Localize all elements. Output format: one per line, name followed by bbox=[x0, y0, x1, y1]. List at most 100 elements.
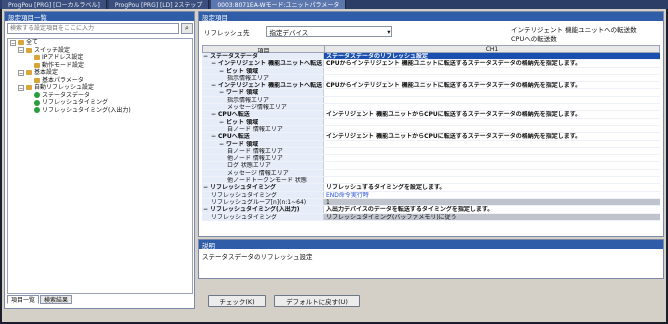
tree-item-label: 自動リフレッシュ設定 bbox=[34, 84, 95, 91]
cpu-transfer-count-label: CPUへの転送数 bbox=[511, 35, 557, 43]
grid-row[interactable]: 自ノード 情報エリア bbox=[202, 147, 660, 156]
grid-item-cell: 指示情報エリア bbox=[202, 74, 324, 82]
setting-item-icon bbox=[34, 92, 40, 99]
tree-item[interactable]: 基本パラメータ bbox=[8, 77, 192, 85]
search-row: ⌕ bbox=[7, 23, 193, 34]
tree-item[interactable]: リフレッシュタイミング bbox=[8, 99, 192, 107]
grid-row[interactable]: − ビット 領域 bbox=[202, 67, 660, 75]
tree-item[interactable]: リフレッシュタイミング(入出力) bbox=[8, 107, 192, 115]
tab-local-labels[interactable]: ProgPou [PRG] [ローカルラベル] bbox=[2, 0, 107, 9]
column-header-item: 項目 bbox=[203, 46, 325, 55]
tab-item-list[interactable]: 項目一覧 bbox=[7, 295, 40, 304]
grid-row[interactable]: − ワード 領域 bbox=[202, 140, 660, 148]
grid-item-label: 自ノード 情報エリア bbox=[227, 125, 283, 133]
grid-item-cell: リフレッシュグループ[n](n:1~64) bbox=[202, 198, 324, 206]
grid-value-cell bbox=[324, 104, 660, 110]
grid-value-cell bbox=[324, 89, 660, 95]
collapse-toggle-icon[interactable]: − bbox=[219, 68, 224, 74]
grid-item-cell: − リフレッシュタイミング bbox=[202, 184, 324, 191]
settings-tree: − 全て − スイッチ設定 IPアドレス設定 動作モード設定 − 基本設定 基本パラメータ − 自動… bbox=[7, 38, 193, 294]
description-text: ステータスデータのリフレッシュ設定 bbox=[202, 253, 313, 261]
tree-item[interactable]: − スイッチ設定 bbox=[8, 46, 192, 54]
grid-item-label: ログ 状態エリア bbox=[227, 162, 271, 169]
collapse-toggle-icon[interactable]: − bbox=[211, 111, 216, 117]
grid-item-label: リフレッシュタイミング(入出力) bbox=[210, 206, 300, 213]
tree-item[interactable]: IPアドレス設定 bbox=[8, 54, 192, 62]
grid-item-label: 指示情報エリア bbox=[227, 74, 270, 82]
grid-row[interactable]: リフレッシュグループ[n](n:1~64) 1 bbox=[202, 198, 660, 207]
grid-item-cell: − ワード 領域 bbox=[202, 89, 324, 96]
grid-value-cell: ステータスデータのリフレッシュ設定 bbox=[324, 53, 660, 60]
tab-search-results[interactable]: 検索結果 bbox=[40, 295, 73, 304]
grid-row[interactable]: − CPUへ転送 インテリジェント 機能ユニットからCPUに転送するステータスデータ… bbox=[202, 133, 660, 141]
grid-row[interactable]: − ワード 領域 bbox=[202, 89, 660, 97]
setting-item-icon bbox=[34, 107, 40, 114]
collapse-toggle-icon[interactable]: − bbox=[219, 119, 224, 125]
tree-item[interactable]: ステータスデータ bbox=[8, 92, 192, 100]
collapse-toggle-icon[interactable]: − bbox=[18, 84, 24, 92]
tree-item[interactable]: 動作モード設定 bbox=[8, 62, 192, 70]
tab-ld-program[interactable]: ProgPou [PRG] [LD] 2ステップ bbox=[108, 0, 210, 9]
grid-item-label: 指示情報エリア bbox=[227, 96, 270, 104]
grid-row[interactable]: − ビット 領域 bbox=[202, 118, 660, 126]
grid-item-cell: ログ 状態エリア bbox=[202, 162, 324, 169]
grid-row[interactable]: − リフレッシュタイミング(入出力) 入出力デバイスのデータを転送するタイミングを指… bbox=[202, 206, 660, 214]
grid-row[interactable]: 指示情報エリア bbox=[202, 96, 660, 105]
grid-row[interactable]: − ステータスデータ ステータスデータのリフレッシュ設定 bbox=[202, 53, 660, 61]
grid-item-cell: − CPUへ転送 bbox=[202, 133, 324, 140]
tree-item[interactable]: − 全て bbox=[8, 39, 192, 47]
grid-item-cell: − ステータスデータ bbox=[202, 53, 324, 60]
grid-row[interactable]: 他ノードトークンモード 状態 bbox=[202, 177, 660, 185]
collapse-toggle-icon[interactable]: − bbox=[219, 141, 224, 147]
tab-unit-parameter[interactable]: 0003:8071EA-Wモード:ユニットパラメータ bbox=[211, 0, 347, 9]
check-button[interactable]: チェック(K) bbox=[208, 295, 266, 307]
grid-row[interactable]: リフレッシュタイミング リフレッシュタイミング(バッファメモリ)に従う bbox=[202, 213, 660, 221]
grid-row[interactable]: リフレッシュタイミング END命令実行時 bbox=[202, 191, 660, 199]
root-icon bbox=[18, 40, 24, 46]
collapse-toggle-icon[interactable]: − bbox=[203, 184, 208, 190]
grid-item-cell: − ビット 領域 bbox=[202, 67, 324, 74]
grid-value-cell[interactable]: 1 bbox=[324, 198, 660, 206]
grid-row[interactable]: − リフレッシュタイミング リフレッシュするタイミングを設定します。 bbox=[202, 184, 660, 192]
grid-row[interactable]: 指示情報エリア bbox=[202, 74, 660, 83]
grid-item-cell: − ワード 領域 bbox=[202, 140, 324, 147]
grid-value-cell[interactable]: END命令実行時 bbox=[324, 192, 660, 198]
grid-row[interactable]: 他ノード 情報エリア bbox=[202, 155, 660, 163]
document-tabstrip: ProgPou [PRG] [ローカルラベル] ProgPou [PRG] [L… bbox=[0, 0, 668, 9]
grid-item-label: CPUへ転送 bbox=[218, 111, 250, 118]
tree-item[interactable]: − 自動リフレッシュ設定 bbox=[8, 84, 192, 92]
refresh-destination-select[interactable]: 指定デバイス ▾ bbox=[265, 26, 392, 37]
search-input[interactable] bbox=[7, 23, 179, 34]
collapse-toggle-icon[interactable]: − bbox=[18, 69, 24, 77]
grid-row[interactable]: − インテリジェント 機能ユニットへ転送 CPUからインテリジェント 機能ユニットに… bbox=[202, 60, 660, 68]
grid-value-cell bbox=[324, 119, 660, 125]
refresh-destination-row: リフレッシュ先 指定デバイス ▾ bbox=[204, 26, 392, 37]
collapse-toggle-icon[interactable]: − bbox=[211, 133, 216, 139]
restore-default-button[interactable]: デフォルトに戻す(U) bbox=[274, 295, 360, 307]
grid-item-cell: リフレッシュタイミング bbox=[202, 213, 324, 220]
grid-row[interactable]: ログ 状態エリア bbox=[202, 162, 660, 170]
collapse-toggle-icon[interactable]: − bbox=[10, 39, 16, 47]
collapse-toggle-icon[interactable]: − bbox=[219, 89, 224, 95]
binoculars-search-icon[interactable]: ⌕ bbox=[181, 23, 193, 34]
collapse-toggle-icon[interactable]: − bbox=[211, 82, 216, 88]
setting-item-icon bbox=[34, 99, 40, 106]
collapse-toggle-icon[interactable]: − bbox=[211, 60, 216, 66]
grid-value-cell[interactable]: リフレッシュタイミング(バッファメモリ)に従う bbox=[324, 213, 660, 220]
grid-row[interactable]: 自ノード 情報エリア bbox=[202, 125, 660, 134]
grid-row[interactable]: − CPUへ転送 インテリジェント 機能ユニットからCPUに転送するステータスデータ… bbox=[202, 111, 660, 119]
tree-item[interactable]: − 基本設定 bbox=[8, 69, 192, 77]
grid-row[interactable]: − インテリジェント 機能ユニットへ転送 CPUからインテリジェント 機能ユニットに… bbox=[202, 82, 660, 90]
refresh-destination-value: 指定デバイス bbox=[269, 28, 309, 37]
grid-row[interactable]: メッセージ 情報エリア bbox=[202, 169, 660, 178]
collapse-toggle-icon[interactable]: − bbox=[203, 53, 208, 59]
intelligent-transfer-count-label: インテリジェント 機能ユニットへの転送数 bbox=[511, 26, 637, 34]
collapse-toggle-icon[interactable]: − bbox=[203, 206, 208, 212]
grid-item-label: ワード 領域 bbox=[226, 140, 259, 147]
grid-item-cell: − リフレッシュタイミング(入出力) bbox=[202, 206, 324, 213]
collapse-toggle-icon[interactable]: − bbox=[18, 47, 24, 54]
grid-item-label: ビット 領域 bbox=[226, 67, 259, 74]
grid-item-cell: 指示情報エリア bbox=[202, 96, 324, 104]
tree-item-label: スイッチ設定 bbox=[34, 46, 71, 54]
grid-row[interactable]: メッセージ情報エリア bbox=[202, 104, 660, 112]
